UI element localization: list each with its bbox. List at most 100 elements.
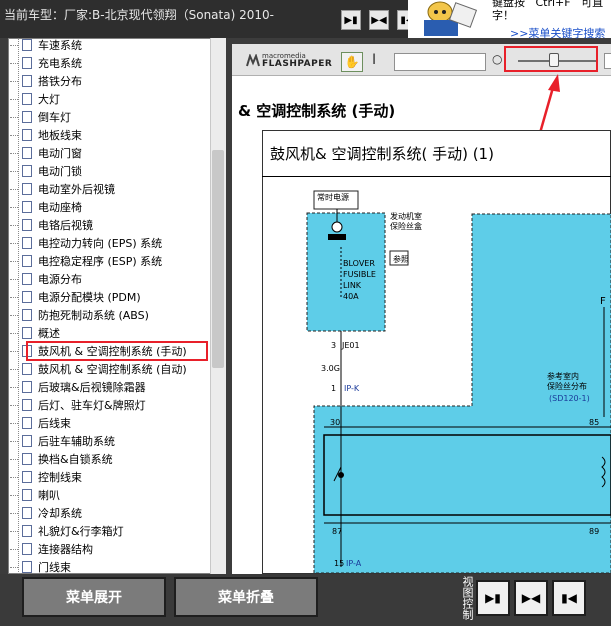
document-icon	[22, 327, 32, 339]
tree-connector	[10, 404, 18, 406]
tree-item[interactable]: 电动室外后视镜	[10, 180, 115, 198]
tree-item[interactable]: 后线束	[10, 414, 71, 432]
pin-label: 89	[589, 527, 600, 536]
worker-icon	[412, 0, 482, 38]
tree-connector	[10, 206, 18, 208]
logo-big-text: FLASHPAPER	[262, 59, 333, 69]
tree-item-label: 后驻车辅助系统	[38, 435, 115, 448]
zoom-annotation-box	[504, 46, 598, 72]
tree-connector	[10, 152, 18, 154]
fuse-name-label: BLOVER FUSIBLE LINK	[343, 259, 376, 290]
tree-item[interactable]: 控制线束	[10, 468, 82, 486]
document-icon	[22, 381, 32, 393]
document-icon	[22, 525, 32, 537]
tree-item[interactable]: 倒车灯	[10, 108, 71, 126]
tree-connector	[10, 98, 18, 100]
tree-connector	[10, 62, 18, 64]
tree-item-label: 电动门窗	[38, 147, 82, 160]
tree-connector	[10, 314, 18, 316]
tree-item-label: 后灯、驻车灯&牌照灯	[38, 399, 146, 412]
tree-connector	[10, 170, 18, 172]
tree-item-label: 冷却系统	[38, 507, 82, 520]
document-icon	[22, 93, 32, 105]
tree-item-label: 电控动力转向 (EPS) 系统	[38, 237, 163, 250]
tree-connector	[10, 188, 18, 190]
zoom-field[interactable]	[604, 53, 611, 69]
tree-connector	[10, 566, 18, 568]
tree-item[interactable]: 换档&自锁系统	[10, 450, 113, 468]
page-number-field[interactable]	[394, 53, 486, 71]
tree-scroll-thumb[interactable]	[212, 150, 224, 368]
tree-item[interactable]: 电源分布	[10, 270, 82, 288]
tree-item[interactable]: 地板线束	[10, 126, 82, 144]
tree-item[interactable]: 电铬后视镜	[10, 216, 93, 234]
fit-page-button[interactable]: ▶◀	[369, 10, 389, 30]
tree-connector	[10, 80, 18, 82]
tree-item-label: 电动门锁	[38, 165, 82, 178]
document-icon	[22, 39, 32, 51]
tree-item[interactable]: 概述	[10, 324, 60, 342]
tree-item[interactable]: 礼貌灯&行李箱灯	[10, 522, 124, 540]
view-fit-height-button[interactable]: ▮◀	[552, 580, 586, 616]
document-icon	[22, 453, 32, 465]
tree-item-label: 鼓风机 & 空调控制系统 (自动)	[38, 363, 187, 376]
view-fit-page-button[interactable]: ▶◀	[514, 580, 548, 616]
tree-item-label: 连接器结构	[38, 543, 93, 556]
tree-item[interactable]: 冷却系统	[10, 504, 82, 522]
document-icon	[22, 309, 32, 321]
zoom-icon: ○	[492, 52, 503, 66]
view-fit-width-button[interactable]: ▶▮	[476, 580, 510, 616]
tree-item[interactable]: 电动门窗	[10, 144, 82, 162]
tree-item[interactable]: 电动门锁	[10, 162, 82, 180]
tree-item-label: 电铬后视镜	[38, 219, 93, 232]
keyword-search-link[interactable]: >>菜单关键字搜索	[510, 25, 605, 41]
collapse-menu-button[interactable]: 菜单折叠	[174, 577, 318, 617]
expand-menu-button[interactable]: 菜单展开	[22, 577, 166, 617]
tree-item[interactable]: 大灯	[10, 90, 60, 108]
tree-item-label: 概述	[38, 327, 60, 340]
tree-item[interactable]: 防抱死制动系统 (ABS)	[10, 306, 149, 324]
tree-item[interactable]: 电源分配模块 (PDM)	[10, 288, 141, 306]
document-icon	[22, 147, 32, 159]
tree-item[interactable]: 搭铁分布	[10, 72, 82, 90]
hand-tool-button[interactable]: ✋	[341, 52, 363, 72]
text-select-icon[interactable]: I	[372, 52, 376, 68]
tree-item[interactable]: 连接器结构	[10, 540, 93, 558]
tree-item-label: 控制线束	[38, 471, 82, 484]
tree-item-label: 换档&自锁系统	[38, 453, 113, 466]
tree-item-label: 礼貌灯&行李箱灯	[38, 525, 124, 538]
document-icon	[22, 273, 32, 285]
selected-item-highlight	[26, 341, 208, 361]
tree-item-label: 地板线束	[38, 129, 82, 142]
tree-connector	[10, 116, 18, 118]
tree-item[interactable]: 电动座椅	[10, 198, 82, 216]
tree-item-label: 后线束	[38, 417, 71, 430]
tree-connector	[10, 332, 18, 334]
tree-item[interactable]: 后灯、驻车灯&牌照灯	[10, 396, 146, 414]
fit-width-button[interactable]: ▶▮	[341, 10, 361, 30]
tree-item[interactable]: 车速系统	[10, 36, 82, 54]
tree-item-label: 搭铁分布	[38, 75, 82, 88]
tree-item[interactable]: 喇叭	[10, 486, 60, 504]
current-car-model: 当前车型：厂家:B-北京现代领翔（Sonata) 2010-	[4, 8, 274, 22]
tree-item[interactable]: 充电系统	[10, 54, 82, 72]
document-icon	[22, 201, 32, 213]
tree-item[interactable]: 电控稳定程序 (ESP) 系统	[10, 252, 162, 270]
tree-connector	[10, 530, 18, 532]
document-icon	[22, 165, 32, 177]
document-icon	[22, 417, 32, 429]
macromedia-logo-icon	[246, 54, 260, 67]
inner-fuse-label: 参考室内 保险丝分布	[547, 372, 587, 391]
hot-label: 常时电源	[317, 193, 349, 202]
tree-connector	[10, 296, 18, 298]
document-icon	[22, 129, 32, 141]
tree-item[interactable]: 后驻车辅助系统	[10, 432, 115, 450]
tree-item[interactable]: 后玻璃&后视镜除霜器	[10, 378, 146, 396]
pin-label: 30	[330, 418, 341, 427]
tree-item[interactable]: 鼓风机 & 空调控制系统 (自动)	[10, 360, 187, 378]
pin-label: 87	[332, 527, 343, 536]
document-icon	[22, 507, 32, 519]
tree-item-label: 门线束	[38, 561, 71, 574]
tree-item-label: 车速系统	[38, 39, 82, 52]
tree-item[interactable]: 电控动力转向 (EPS) 系统	[10, 234, 162, 252]
